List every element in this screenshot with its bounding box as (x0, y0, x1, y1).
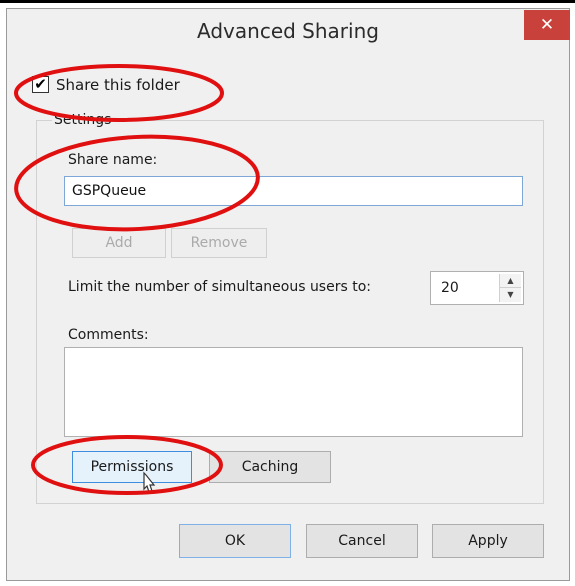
caching-button[interactable]: Caching (209, 451, 331, 483)
ok-button[interactable]: OK (179, 524, 291, 558)
limit-users-label: Limit the number of simultaneous users t… (68, 279, 371, 295)
share-folder-label[interactable]: Share this folder (56, 76, 180, 94)
remove-button[interactable]: Remove (171, 228, 267, 258)
user-limit-value[interactable]: 20 (441, 280, 459, 296)
close-button[interactable]: ✕ (524, 10, 570, 40)
mouse-pointer-icon (143, 471, 156, 493)
add-button[interactable]: Add (72, 228, 166, 258)
spinner-arrows: ▲ ▼ (499, 274, 521, 302)
title-bar: Advanced Sharing ✕ (7, 9, 570, 53)
permissions-button[interactable]: Permissions (72, 451, 192, 483)
checkmark-icon: ✔ (34, 75, 47, 93)
share-folder-checkbox[interactable]: ✔ (32, 76, 49, 93)
share-name-label: Share name: (68, 152, 158, 168)
user-limit-spinner[interactable]: 20 ▲ ▼ (430, 271, 524, 305)
comments-label: Comments: (68, 327, 149, 343)
cancel-button[interactable]: Cancel (306, 524, 418, 558)
spin-down-icon[interactable]: ▼ (500, 288, 521, 301)
top-border-line (0, 0, 575, 3)
settings-legend: Settings (52, 112, 116, 128)
close-icon: ✕ (539, 15, 555, 35)
spin-up-icon[interactable]: ▲ (500, 274, 521, 288)
window-title: Advanced Sharing (197, 19, 379, 43)
share-name-input[interactable] (64, 176, 523, 206)
apply-button[interactable]: Apply (432, 524, 544, 558)
comments-textarea[interactable] (64, 347, 523, 437)
